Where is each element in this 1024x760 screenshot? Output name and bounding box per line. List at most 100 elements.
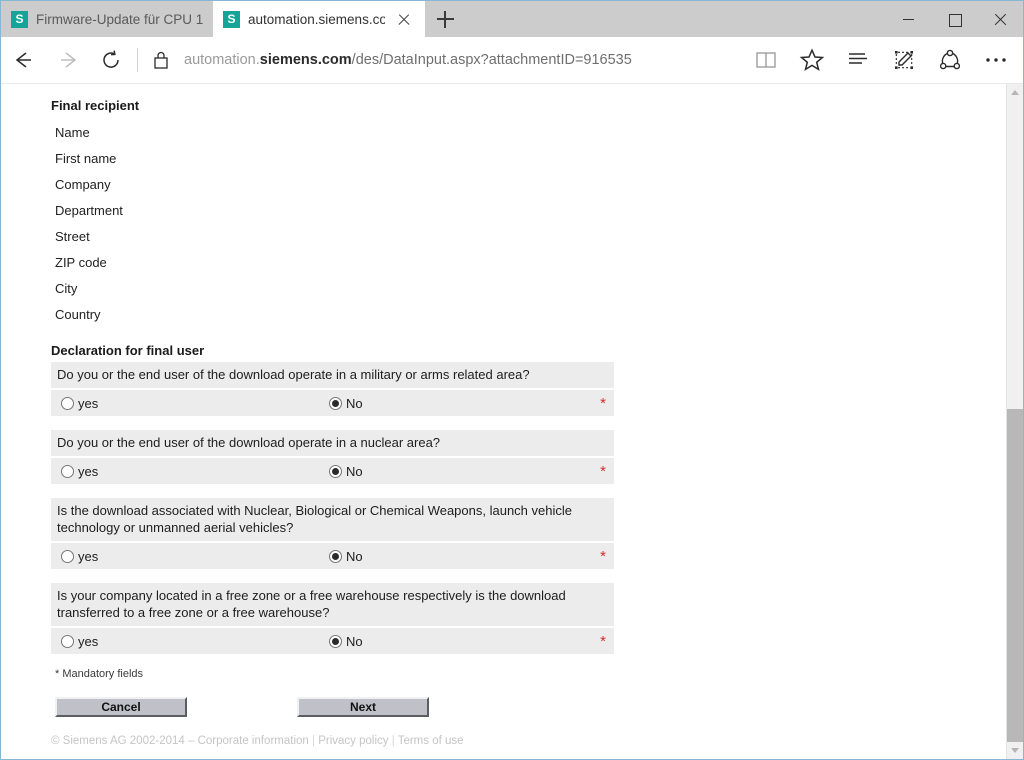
recipient-field-department: Department	[55, 202, 123, 218]
radio-button-yes-icon[interactable]	[61, 634, 74, 648]
share-icon[interactable]	[927, 38, 973, 82]
radio-button-no-icon[interactable]	[329, 464, 342, 478]
radio-option-yes[interactable]: yes	[61, 396, 329, 411]
close-window-icon[interactable]	[977, 1, 1023, 37]
declaration-question-4: Is your company located in a free zone o…	[51, 583, 614, 654]
question-text: Do you or the end user of the download o…	[51, 430, 614, 456]
radio-button-yes-icon[interactable]	[61, 464, 74, 478]
page-footer: © Siemens AG 2002-2014 – Corporate infor…	[51, 735, 464, 747]
question-text: Do you or the end user of the download o…	[51, 362, 614, 388]
footer-separator: |	[388, 735, 398, 747]
declaration-question-2: Do you or the end user of the download o…	[51, 430, 614, 484]
browser-window: S Firmware-Update für CPU 1 S automation…	[0, 0, 1024, 760]
tabs-area: S Firmware-Update für CPU 1 S automation…	[1, 1, 465, 37]
radio-label-yes: yes	[78, 633, 99, 649]
radio-label-no: No	[346, 548, 363, 564]
tab-title-1: Firmware-Update für CPU 1	[36, 11, 203, 27]
form-buttons: Cancel Next	[51, 697, 614, 717]
hub-icon[interactable]	[835, 38, 881, 82]
page-content: Final recipient Name First name Company …	[1, 84, 1006, 759]
browser-tab-1[interactable]: S Firmware-Update für CPU 1	[1, 1, 213, 37]
recipient-field-city: City	[55, 280, 78, 296]
more-options-icon[interactable]	[973, 38, 1019, 82]
footer-copyright: © Siemens AG 2002-2014 –	[51, 735, 198, 747]
final-recipient-fields: Name First name Company Department Stree…	[55, 119, 1006, 327]
radio-label-no: No	[346, 463, 363, 479]
tab-close-icon[interactable]	[393, 8, 415, 30]
scrollbar-track[interactable]	[1007, 101, 1023, 742]
siemens-favicon-icon: S	[223, 10, 240, 28]
radio-option-yes[interactable]: yes	[61, 464, 329, 479]
browser-tab-2[interactable]: S automation.siemens.cor	[213, 1, 425, 37]
declaration-question-1: Do you or the end user of the download o…	[51, 362, 614, 416]
maximize-icon[interactable]	[931, 1, 977, 37]
scroll-down-arrow-icon[interactable]	[1007, 742, 1023, 759]
radio-option-yes[interactable]: yes	[61, 634, 329, 649]
question-answer-row: yes No *	[51, 628, 614, 654]
radio-label-no: No	[346, 395, 363, 411]
recipient-field-name: Name	[55, 124, 90, 140]
radio-button-yes-icon[interactable]	[61, 549, 74, 563]
question-text: Is the download associated with Nuclear,…	[51, 498, 614, 541]
question-answer-row: yes No *	[51, 543, 614, 569]
favorites-star-icon[interactable]	[789, 38, 835, 82]
page-scrollbar[interactable]	[1006, 84, 1023, 759]
declaration-heading: Declaration for final user	[51, 343, 205, 358]
tab-title-2: automation.siemens.cor	[248, 11, 385, 27]
toolbar-divider	[137, 48, 138, 72]
radio-button-no-icon[interactable]	[329, 396, 342, 410]
radio-option-no[interactable]: No	[329, 464, 363, 479]
recipient-field-country: Country	[55, 306, 101, 322]
lock-icon	[144, 38, 178, 82]
mandatory-fields-note: * Mandatory fields	[55, 668, 144, 680]
recipient-field-company: Company	[55, 176, 111, 192]
scroll-up-arrow-icon[interactable]	[1007, 84, 1023, 101]
footer-separator: |	[308, 735, 319, 747]
question-text: Is your company located in a free zone o…	[51, 583, 614, 626]
radio-option-no[interactable]: No	[329, 396, 363, 411]
radio-option-no[interactable]: No	[329, 634, 363, 649]
final-recipient-heading: Final recipient	[51, 98, 140, 113]
required-asterisk: *	[600, 395, 606, 412]
recipient-field-zip-code: ZIP code	[55, 254, 107, 270]
footer-link-privacy-policy[interactable]: Privacy policy	[318, 735, 388, 747]
radio-label-yes: yes	[78, 463, 99, 479]
question-answer-row: yes No *	[51, 458, 614, 484]
browser-toolbar: automation.siemens.com/des/DataInput.asp…	[1, 37, 1023, 84]
siemens-favicon-icon: S	[11, 10, 28, 28]
page-viewport: Final recipient Name First name Company …	[1, 84, 1023, 759]
radio-label-no: No	[346, 633, 363, 649]
radio-button-no-icon[interactable]	[329, 549, 342, 563]
url-host: automation.	[184, 52, 260, 68]
radio-button-no-icon[interactable]	[329, 634, 342, 648]
footer-link-terms-of-use[interactable]: Terms of use	[398, 735, 464, 747]
url-path: /des/DataInput.aspx?attachmentID=916535	[351, 52, 632, 68]
url-domain: siemens.com	[259, 52, 352, 68]
refresh-icon[interactable]	[89, 38, 133, 82]
forward-icon[interactable]	[45, 38, 89, 82]
required-asterisk: *	[600, 633, 606, 650]
next-button[interactable]: Next	[297, 697, 429, 717]
address-bar[interactable]: automation.siemens.com/des/DataInput.asp…	[178, 38, 743, 82]
footer-link-corporate-information[interactable]: Corporate information	[198, 735, 309, 747]
radio-option-yes[interactable]: yes	[61, 549, 329, 564]
scrollbar-thumb[interactable]	[1007, 408, 1023, 742]
reading-view-icon[interactable]	[743, 38, 789, 82]
back-icon[interactable]	[1, 38, 45, 82]
declaration-question-3: Is the download associated with Nuclear,…	[51, 498, 614, 569]
toolbar-right-icons	[743, 38, 1023, 82]
radio-label-yes: yes	[78, 395, 99, 411]
tab-strip: S Firmware-Update für CPU 1 S automation…	[1, 1, 1023, 37]
cancel-button[interactable]: Cancel	[55, 697, 187, 717]
new-tab-button[interactable]	[425, 1, 465, 37]
question-answer-row: yes No *	[51, 390, 614, 416]
radio-button-yes-icon[interactable]	[61, 396, 74, 410]
tab-strip-filler	[465, 1, 885, 37]
recipient-field-street: Street	[55, 228, 90, 244]
required-asterisk: *	[600, 463, 606, 480]
radio-option-no[interactable]: No	[329, 549, 363, 564]
required-asterisk: *	[600, 548, 606, 565]
minimize-icon[interactable]	[885, 1, 931, 37]
url-text: automation.siemens.com/des/DataInput.asp…	[184, 52, 632, 68]
web-note-icon[interactable]	[881, 38, 927, 82]
